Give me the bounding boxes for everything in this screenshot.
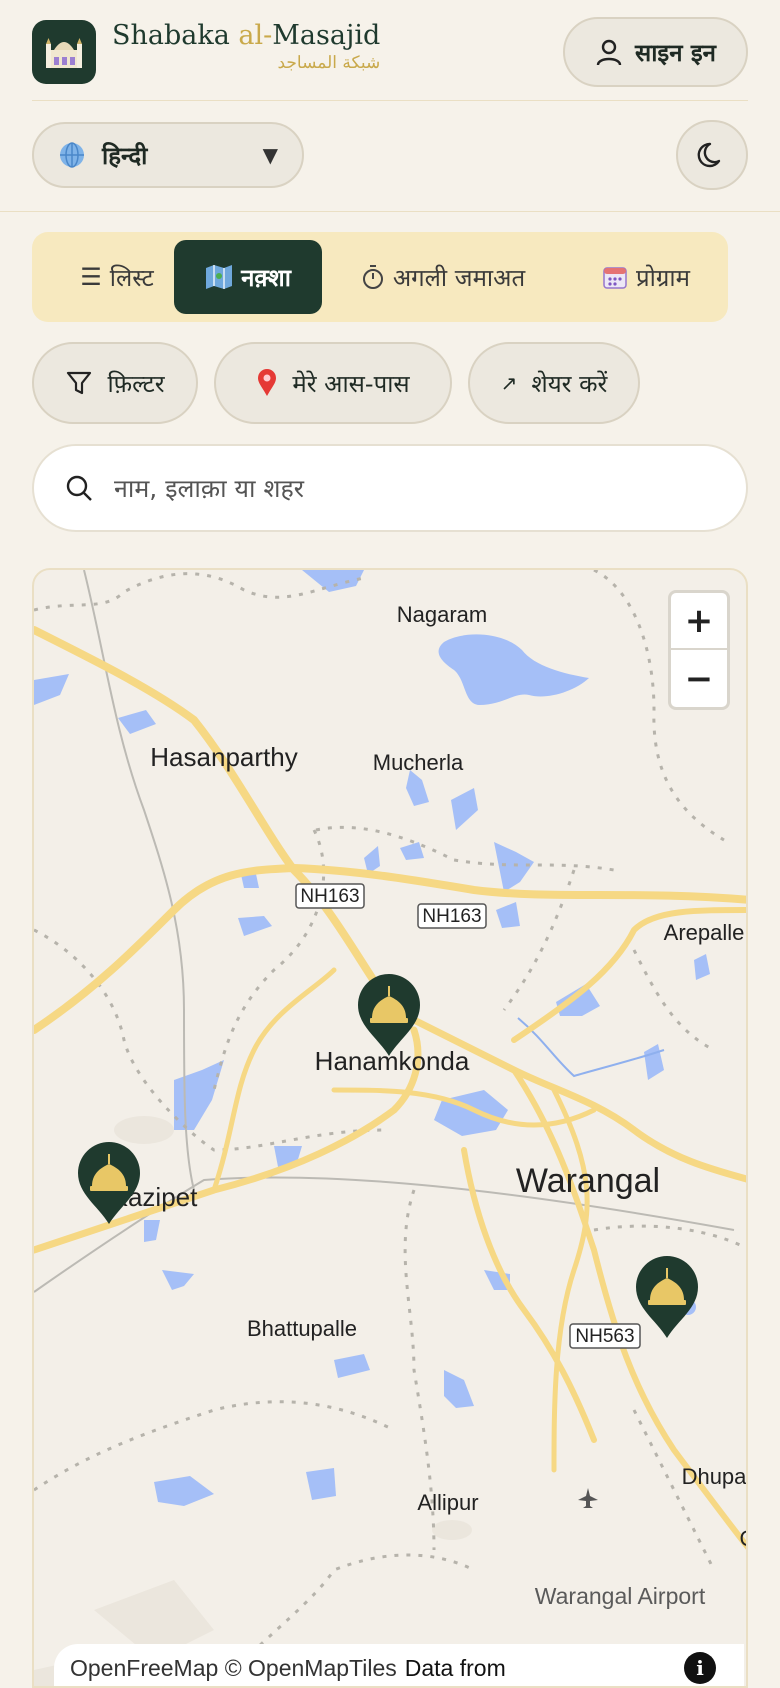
place-label-partial: G (739, 1526, 748, 1551)
filter-icon (67, 371, 92, 395)
share-label: शेयर करें (531, 369, 608, 398)
map-attribution: OpenFreeMap © OpenMapTiles Data from (54, 1644, 744, 1686)
place-label-nagaram: Nagaram (397, 602, 487, 627)
road-label-nh163-a: NH163 (300, 886, 359, 907)
filter-button[interactable]: फ़िल्टर (32, 342, 198, 424)
user-icon (596, 39, 622, 66)
view-tabs: ☰ लिस्ट नक़्शा अगली जमाअत प्रोग्राम (32, 232, 728, 322)
brand-name-prefix: Shabaka (112, 20, 239, 51)
mosque-icon[interactable] (32, 20, 96, 84)
tab-map[interactable]: नक़्शा (174, 240, 322, 314)
road-label-nh563: NH563 (575, 1326, 634, 1347)
brand-arabic: شبكة المساجد (277, 53, 381, 73)
signin-label: साइन इन (634, 38, 716, 67)
tab-list-label: लिस्ट (109, 263, 154, 292)
chevron-down-icon: ▼ (262, 143, 278, 167)
place-label-arepalle: Arepalle (664, 920, 745, 945)
location-pin-icon (258, 369, 277, 396)
tab-next-jamaat[interactable]: अगली जमाअत (344, 240, 542, 314)
filter-label: फ़िल्टर (107, 369, 165, 398)
search-icon (66, 475, 92, 501)
header-divider (32, 100, 748, 101)
road-label-nh163-b: NH163 (422, 906, 481, 927)
search-input[interactable] (114, 473, 716, 503)
search-box[interactable] (32, 444, 748, 532)
tab-map-label: नक़्शा (241, 263, 291, 292)
globe-icon (60, 142, 84, 168)
theme-toggle-button[interactable] (676, 120, 748, 190)
nearby-label: मेरे आस-पास (292, 369, 410, 398)
place-label-hasanparthy: Hasanparthy (150, 742, 297, 772)
brand-name: Shabaka al-Masajid (112, 20, 380, 51)
share-arrow-icon: ↗ (500, 371, 518, 395)
share-button[interactable]: ↗ शेयर करें (468, 342, 640, 424)
place-label-mucherla: Mucherla (373, 750, 464, 775)
app-header: Shabaka al-Masajid شبكة المساجد साइन इन … (0, 0, 780, 212)
nearby-button[interactable]: मेरे आस-पास (214, 342, 452, 424)
mosque-pin-kazipet[interactable] (76, 1140, 142, 1226)
moon-icon (697, 142, 721, 168)
attribution-text[interactable]: OpenFreeMap © OpenMapTiles (70, 1655, 397, 1682)
tab-next-jamaat-label: अगली जमाअत (392, 263, 526, 292)
calendar-icon (603, 267, 627, 289)
mosque-pin-warangal-east[interactable] (634, 1254, 700, 1340)
tab-list[interactable]: ☰ लिस्ट (52, 240, 182, 314)
brand-name-al: al- (238, 20, 273, 51)
place-label-airport: Warangal Airport (535, 1583, 706, 1609)
language-label: हिन्दी (102, 141, 148, 170)
place-label-allipur: Allipur (417, 1490, 478, 1515)
mosque-pin-hanamkonda[interactable] (356, 972, 422, 1058)
brand-name-suffix: Masajid (272, 20, 381, 51)
map-canvas[interactable]: NH163 NH163 NH563 Nagaram Hasanparthy Mu… (34, 570, 748, 1688)
list-icon: ☰ (80, 263, 102, 291)
zoom-controls: + − (668, 590, 730, 710)
zoom-out-button[interactable]: − (671, 650, 727, 707)
language-select[interactable]: हिन्दी ▼ (32, 122, 304, 188)
info-icon[interactable]: i (684, 1652, 716, 1684)
place-label-warangal: Warangal (516, 1162, 660, 1200)
signin-button[interactable]: साइन इन (563, 17, 748, 87)
attribution-extra: Data from (404, 1654, 506, 1681)
brand-title: Shabaka al-Masajid شبكة المساجد (112, 20, 380, 73)
airport-icon (578, 1488, 598, 1508)
place-label-dhupa: Dhupa (682, 1464, 748, 1489)
map-icon (206, 265, 233, 289)
zoom-in-button[interactable]: + (671, 593, 727, 650)
tab-program-label: प्रोग्राम (636, 263, 690, 292)
tab-program[interactable]: प्रोग्राम (580, 240, 712, 314)
place-label-bhattupalle: Bhattupalle (247, 1316, 357, 1341)
stopwatch-icon (362, 265, 383, 289)
map-view[interactable]: NH163 NH163 NH563 Nagaram Hasanparthy Mu… (32, 568, 748, 1688)
